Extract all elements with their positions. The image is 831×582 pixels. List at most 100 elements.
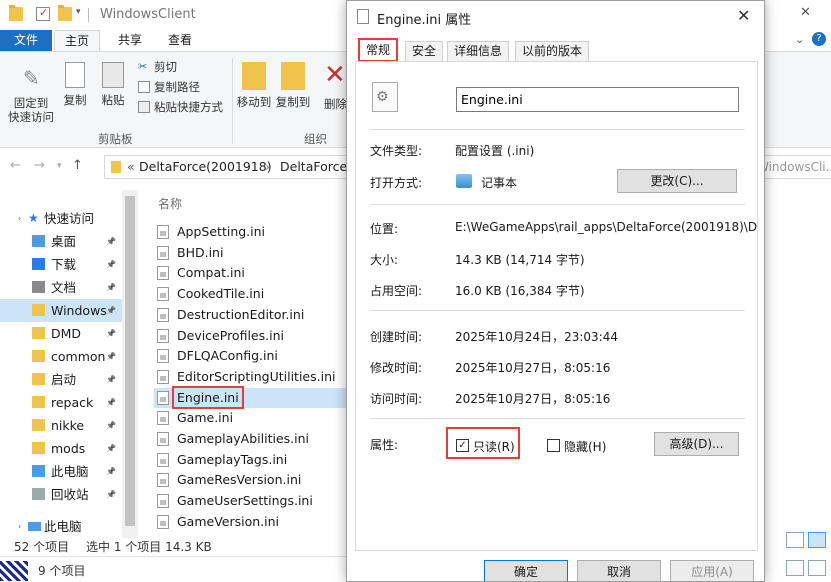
copy-path-icon (138, 81, 150, 93)
file-name: DeviceProfiles.ini (177, 327, 284, 343)
sidebar-item-recycle-bin[interactable]: 回收站 📌 (0, 483, 122, 506)
file-row[interactable]: DestructionEditor.ini (154, 305, 350, 325)
file-row[interactable]: Engine.ini (154, 385, 350, 409)
file-row[interactable]: GameplayTags.ini (154, 450, 350, 470)
file-name: Engine.ini (172, 385, 244, 409)
breadcrumb-overflow[interactable]: « (127, 159, 135, 174)
file-row[interactable]: AppSetting.ini (154, 222, 350, 242)
cancel-button[interactable]: 取消 (577, 560, 661, 581)
pin-icon: 📌 (106, 490, 116, 499)
pin-to-quick-access-button[interactable]: ✎ 固定到 快速访问 (6, 62, 56, 124)
explorer-close-icon[interactable]: ✕ (800, 5, 811, 20)
change-button[interactable]: 更改(C)... (617, 169, 737, 193)
file-row[interactable]: BHD.ini (154, 243, 350, 263)
sidebar-item-startup[interactable]: 启动 📌 (0, 368, 122, 391)
file-name-input[interactable] (456, 87, 739, 112)
separator (370, 418, 745, 419)
file-row[interactable]: GameResVersion.ini (154, 470, 350, 490)
label-file-type: 文件类型: (370, 144, 423, 158)
sidebar-item-common[interactable]: common 📌 (0, 345, 122, 368)
cut-button[interactable]: ✂ 剪切 (138, 58, 177, 76)
ini-file-icon (157, 328, 169, 343)
up-arrow-icon[interactable]: ↑ (72, 158, 83, 173)
label-size-on-disk: 占用空间: (370, 284, 423, 298)
expand-chevron-icon[interactable]: › (18, 515, 21, 538)
tab-security[interactable]: 安全 (405, 41, 444, 61)
move-to-label: 移动到 (236, 95, 272, 109)
computer-icon (32, 465, 45, 477)
breadcrumb-deltaforce-2001918[interactable]: DeltaForce(2001918) (139, 159, 272, 174)
readonly-label[interactable]: 只读(R) (473, 438, 515, 455)
dialog-title: Engine.ini 属性 (377, 13, 472, 28)
paste-button[interactable]: 粘贴 (98, 62, 128, 108)
hidden-checkbox[interactable] (547, 439, 560, 452)
ribbon-expand-icon[interactable]: ⌄ (795, 33, 804, 46)
copy-button[interactable]: 复制 (60, 62, 90, 108)
details-view-icon[interactable] (786, 532, 804, 548)
file-row[interactable]: GameUserSettings.ini (154, 491, 350, 511)
forward-arrow-icon[interactable]: → (34, 158, 45, 173)
tab-share[interactable]: 共享 (108, 30, 152, 51)
help-icon[interactable]: ? (812, 32, 826, 46)
sidebar-item-this-pc[interactable]: 此电脑 📌 (0, 460, 122, 483)
sidebar-item-dmd[interactable]: DMD 📌 (0, 322, 122, 345)
nav-this-pc[interactable]: › 此电脑 (0, 515, 122, 538)
readonly-checkbox[interactable]: ✓ (456, 439, 469, 452)
file-name: GameVersion.ini (177, 513, 280, 529)
quick-access-dropdown-icon[interactable]: ▾ (76, 7, 81, 17)
sidebar-item-mods[interactable]: mods 📌 (0, 437, 122, 460)
large-icons-view-icon[interactable] (808, 532, 826, 548)
address-bar[interactable]: « DeltaForce(2001918) › DeltaForce (104, 155, 354, 179)
file-row[interactable]: GameVersion.ini (154, 512, 350, 532)
copy-to-button[interactable]: 复制到 (275, 62, 311, 110)
status-item-count: 52 个项目 (14, 540, 70, 554)
file-row[interactable]: EditorScriptingUtilities.ini (154, 367, 350, 387)
column-header-name[interactable]: 名称 (158, 195, 182, 212)
sidebar-item-nikke[interactable]: nikke 📌 (0, 414, 122, 437)
apply-button[interactable]: 应用(A) (670, 560, 754, 581)
properties-quick-icon[interactable]: ✓ (36, 6, 50, 21)
file-row[interactable]: GameplayAbilities.ini (154, 429, 350, 449)
pin-icon: 📌 (106, 283, 116, 292)
tab-general[interactable]: 常规 (357, 38, 399, 62)
tab-file[interactable]: 文件 (0, 30, 52, 51)
sidebar-item-downloads[interactable]: 下载 📌 (0, 253, 122, 276)
file-icon (357, 9, 369, 24)
sidebar-item-documents[interactable]: 文档 📌 (0, 276, 122, 299)
sidebar-item-desktop[interactable]: 桌面 📌 (0, 230, 122, 253)
file-row[interactable]: Game.ini (154, 408, 350, 428)
value-created: 2025年10月24日，23:03:44 (455, 330, 618, 344)
pin-icon: 📌 (106, 421, 116, 430)
sidebar-item-windowsclient[interactable]: WindowsCl📌 (0, 299, 122, 322)
sidebar-item-repack[interactable]: repack 📌 (0, 391, 122, 414)
file-row[interactable]: DeviceProfiles.ini (154, 326, 350, 346)
new-folder-quick-icon[interactable] (58, 5, 72, 21)
nav-scrollbar[interactable] (122, 190, 138, 538)
pin-icon: 📌 (106, 237, 116, 246)
ok-button[interactable]: 确定 (484, 560, 568, 581)
tab-details[interactable]: 详细信息 (447, 41, 510, 61)
tab-previous-versions[interactable]: 以前的版本 (515, 41, 590, 61)
navigation-pane: › ★ 快速访问 桌面📌下载📌文档📌WindowsCl📌DMD📌common📌启… (0, 190, 138, 538)
nav-scrollbar-thumb[interactable] (125, 196, 135, 526)
back-arrow-icon[interactable]: ← (10, 158, 21, 173)
file-row[interactable]: DFLQAConfig.ini (154, 346, 350, 366)
history-dropdown-icon[interactable]: ▾ (57, 161, 62, 171)
list-view-icon[interactable] (808, 560, 826, 576)
hidden-label[interactable]: 隐藏(H) (564, 438, 606, 455)
breadcrumb-deltaforce[interactable]: DeltaForce (280, 159, 347, 174)
copy-path-button[interactable]: 复制路径 (138, 78, 200, 96)
dialog-close-icon[interactable]: ✕ (737, 6, 750, 25)
details-view-icon-2[interactable] (786, 560, 804, 576)
dialog-tabs: 常规 安全 详细信息 以前的版本 (355, 38, 760, 62)
file-row[interactable]: Compat.ini (154, 263, 350, 283)
folder-icon (32, 350, 45, 362)
tab-view[interactable]: 查看 (158, 30, 202, 51)
move-to-button[interactable]: 移动到 (236, 62, 272, 110)
expand-chevron-icon[interactable]: › (18, 207, 21, 230)
advanced-button[interactable]: 高级(D)... (654, 432, 739, 456)
file-row[interactable]: CookedTile.ini (154, 284, 350, 304)
nav-quick-access[interactable]: › ★ 快速访问 (0, 207, 122, 230)
tab-home[interactable]: 主页 (54, 30, 101, 51)
paste-shortcut-button[interactable]: 粘贴快捷方式 (138, 98, 223, 116)
